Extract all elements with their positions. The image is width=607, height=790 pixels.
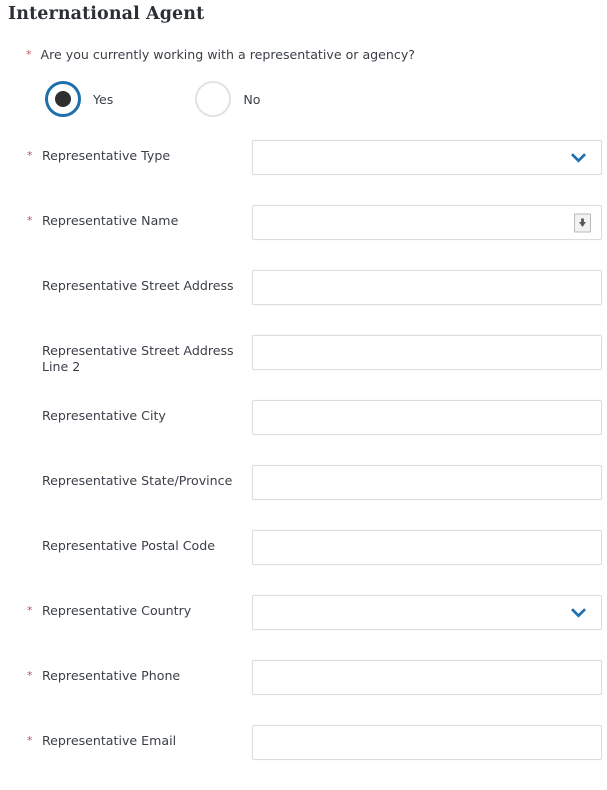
radio-yes-icon[interactable] xyxy=(45,81,81,117)
select-input[interactable] xyxy=(252,140,602,175)
text-input[interactable] xyxy=(252,400,602,435)
form-row-label-cell: Representative State/Province xyxy=(27,473,242,489)
form-row-field-cell xyxy=(252,660,602,695)
radio-option-no-label: No xyxy=(243,91,261,107)
form-row-label-cell: Representative City xyxy=(27,408,242,424)
text-input[interactable] xyxy=(252,205,602,240)
field-label: Representative Postal Code xyxy=(42,538,215,553)
radio-option-yes-label: Yes xyxy=(93,91,114,107)
radio-group-working-with-representative: Yes No xyxy=(45,81,260,117)
radio-no-icon[interactable] xyxy=(195,81,232,117)
form-row: * Representative Phone xyxy=(0,660,607,725)
required-asterisk-icon: * xyxy=(26,48,32,61)
form-row-field-cell xyxy=(252,530,602,565)
field-label: Representative Street Address xyxy=(42,278,234,293)
form-row: * Representative Type xyxy=(0,140,607,205)
form-row: * Representative Email xyxy=(0,725,607,790)
form-row-field-cell xyxy=(252,270,602,305)
radio-option-no[interactable]: No xyxy=(195,81,260,117)
form-row-field-cell xyxy=(252,400,602,435)
form-row-field-cell xyxy=(252,205,602,240)
form-row-label-cell: Representative Street Address xyxy=(27,278,242,294)
form-row: Representative Postal Code xyxy=(0,530,607,595)
field-label: Representative Country xyxy=(42,603,192,618)
form-row-field-cell xyxy=(252,140,602,175)
form-row: Representative Street Address Line 2 xyxy=(0,335,607,400)
form-row: Representative Street Address xyxy=(0,270,607,335)
form-row-field-cell xyxy=(252,595,602,630)
form-row: Representative City xyxy=(0,400,607,465)
form-row-label-cell: * Representative Country xyxy=(27,603,242,619)
field-label: Representative Street Address Line 2 xyxy=(42,343,234,374)
radio-option-yes[interactable]: Yes xyxy=(45,81,113,117)
radio-question-row: * Are you currently working with a repre… xyxy=(26,47,415,62)
form-row-label-cell: Representative Postal Code xyxy=(27,538,242,554)
radio-yes-selected-dot xyxy=(55,91,71,107)
form-row-label-cell: * Representative Phone xyxy=(27,668,242,684)
form-row-field-cell xyxy=(252,335,602,370)
form-row: Representative State/Province xyxy=(0,465,607,530)
required-asterisk-icon: * xyxy=(27,604,33,617)
form-row-label-cell: * Representative Email xyxy=(27,733,242,749)
text-input[interactable] xyxy=(252,270,602,305)
text-input[interactable] xyxy=(252,530,602,565)
form-row-field-cell xyxy=(252,725,602,760)
lookup-icon-glyph xyxy=(579,218,586,227)
select-input[interactable] xyxy=(252,595,602,630)
radio-question-label: Are you currently working with a represe… xyxy=(40,47,415,62)
form-row: * Representative Name xyxy=(0,205,607,270)
text-input[interactable] xyxy=(252,335,602,370)
page-title: International Agent xyxy=(8,4,205,24)
required-asterisk-icon: * xyxy=(27,734,33,747)
field-label: Representative Email xyxy=(42,733,177,748)
field-label: Representative Type xyxy=(42,148,171,163)
field-label: Representative Phone xyxy=(42,668,181,683)
international-agent-form-page: International Agent * Are you currently … xyxy=(0,0,607,779)
field-label: Representative Name xyxy=(42,213,179,228)
form-row-label-cell: * Representative Type xyxy=(27,148,242,164)
text-input[interactable] xyxy=(252,465,602,500)
form-row-label-cell: * Representative Name xyxy=(27,213,242,229)
lookup-icon[interactable] xyxy=(574,213,591,232)
required-asterisk-icon: * xyxy=(27,149,33,162)
text-input[interactable] xyxy=(252,660,602,695)
chevron-down-icon[interactable] xyxy=(570,604,587,621)
form-row: * Representative Country xyxy=(0,595,607,660)
form-row-field-cell xyxy=(252,465,602,500)
field-label: Representative City xyxy=(42,408,166,423)
required-asterisk-icon: * xyxy=(27,214,33,227)
field-label: Representative State/Province xyxy=(42,473,233,488)
chevron-down-icon[interactable] xyxy=(570,149,587,166)
text-input[interactable] xyxy=(252,725,602,760)
form-field-list: * Representative Type * Representative Name… xyxy=(0,140,607,790)
required-asterisk-icon: * xyxy=(27,669,33,682)
form-row-label-cell: Representative Street Address Line 2 xyxy=(27,343,242,374)
